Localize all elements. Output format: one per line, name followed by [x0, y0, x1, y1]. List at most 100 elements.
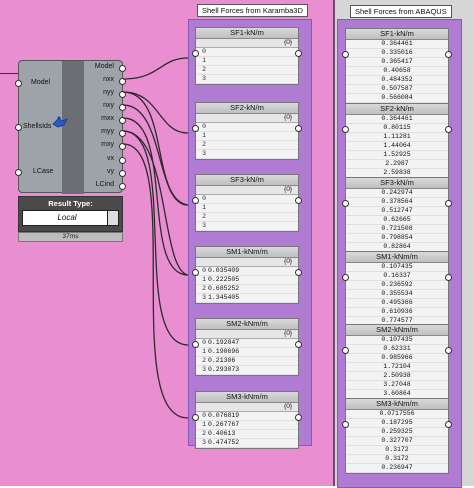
- panel-input-grip[interactable]: [192, 414, 199, 421]
- panel-row: 1: [196, 57, 298, 66]
- panel-row: 0.0717556: [346, 410, 448, 419]
- panel-output-grip[interactable]: [295, 50, 302, 57]
- panel-karamba-sf1[interactable]: SF1-kN/m {0} 0 1 2 3: [192, 27, 302, 85]
- output-port-nxy[interactable]: [119, 104, 126, 111]
- output-port-mxx[interactable]: [119, 117, 126, 124]
- panel-title: SM1-kNm/m: [196, 247, 298, 258]
- output-port-lcind[interactable]: [119, 183, 126, 190]
- panel-input-grip[interactable]: [192, 341, 199, 348]
- panel-row: 0.365417: [346, 58, 448, 67]
- panel-row: 1: [196, 132, 298, 141]
- karamba-shell-icon: [52, 116, 68, 128]
- panel-row: 1.11281: [346, 133, 448, 142]
- output-port-mxy[interactable]: [119, 143, 126, 150]
- panel-output-grip[interactable]: [295, 197, 302, 204]
- panel-output-grip[interactable]: [445, 200, 452, 207]
- output-label-myy: myy: [101, 128, 114, 135]
- panel-input-grip[interactable]: [192, 197, 199, 204]
- panel-row: 0.187295: [346, 419, 448, 428]
- result-type-dropdown[interactable]: Local: [22, 210, 112, 226]
- output-port-vy[interactable]: [119, 170, 126, 177]
- panel-row: 3: [196, 75, 298, 84]
- panel-row: 1.44064: [346, 142, 448, 151]
- panel-karamba-sm1[interactable]: SM1-kNm/m {0} 0 0.035409 1 0.222505 2 0.685…: [192, 246, 302, 304]
- panel-abaqus-sf1[interactable]: SF1-kN/m 0.364461 0.335016 0.365417 0.40…: [342, 28, 452, 104]
- panel-input-grip[interactable]: [342, 347, 349, 354]
- output-label-nyy: nyy: [103, 89, 114, 96]
- panel-row: 2 0.21306: [196, 357, 298, 366]
- panel-output-grip[interactable]: [445, 51, 452, 58]
- panel-row: 0.107435: [346, 336, 448, 345]
- panel-row: 0.364461: [346, 40, 448, 49]
- panel-row: 0: [196, 48, 298, 57]
- output-label-lcind: LCind: [95, 181, 114, 188]
- panel-input-grip[interactable]: [342, 51, 349, 58]
- panel-row: 0.721508: [346, 225, 448, 234]
- panel-row: 1 0.190696: [196, 348, 298, 357]
- panel-title: SM3-kNm/m: [196, 392, 298, 403]
- panel-output-grip[interactable]: [295, 341, 302, 348]
- panel-output-grip[interactable]: [445, 274, 452, 281]
- panel-input-grip[interactable]: [192, 50, 199, 57]
- panel-row: 2 0.40613: [196, 430, 298, 439]
- panel-row: 2: [196, 213, 298, 222]
- output-label-model: Model: [94, 63, 114, 70]
- panel-karamba-sf2[interactable]: SF2-kN/m {0} 0 1 2 3: [192, 102, 302, 160]
- panel-title: SF3-kN/m: [346, 178, 448, 189]
- panel-karamba-sm3[interactable]: SM3-kNm/m {0} 0 0.076819 1 0.267767 2 0.406…: [192, 391, 302, 449]
- panel-row: 0.40658: [346, 67, 448, 76]
- panel-row: 0.495366: [346, 299, 448, 308]
- panel-row: 0.16337: [346, 272, 448, 281]
- panel-row: 2.2987: [346, 160, 448, 169]
- panel-row: 0.985966: [346, 354, 448, 363]
- panel-karamba-sm2[interactable]: SM2-kNm/m {0} 0 0.192047 1 0.190696 2 0.213…: [192, 318, 302, 376]
- panel-karamba-sf3[interactable]: SF3-kN/m {0} 0 1 2 3: [192, 174, 302, 232]
- panel-output-grip[interactable]: [295, 269, 302, 276]
- panel-row: 2: [196, 141, 298, 150]
- panel-abaqus-sf2[interactable]: SF2-kN/m 0.364461 0.80115 1.11281 1.4406…: [342, 103, 452, 179]
- panel-path: {0}: [196, 186, 298, 195]
- shellsids-input-port[interactable]: [15, 124, 22, 131]
- panel-row: 0: [196, 123, 298, 132]
- output-port-nxx[interactable]: [119, 78, 126, 85]
- panel-row: 0.242974: [346, 189, 448, 198]
- panel-row: 0.107435: [346, 263, 448, 272]
- panel-row: 2 0.685252: [196, 285, 298, 294]
- panel-abaqus-sf3[interactable]: SF3-kN/m 0.242974 0.378564 0.512747 0.62…: [342, 177, 452, 253]
- panel-row: 0.355534: [346, 290, 448, 299]
- panel-input-grip[interactable]: [192, 269, 199, 276]
- output-port-model[interactable]: [119, 65, 126, 72]
- panel-input-grip[interactable]: [192, 125, 199, 132]
- output-port-myy[interactable]: [119, 130, 126, 137]
- panel-output-grip[interactable]: [445, 126, 452, 133]
- panel-abaqus-sm3[interactable]: SM3-kNm/m 0.0717556 0.187295 0.259325 0.…: [342, 398, 452, 474]
- panel-row: 0.378564: [346, 198, 448, 207]
- panel-input-grip[interactable]: [342, 126, 349, 133]
- panel-row: 0.512747: [346, 207, 448, 216]
- panel-row: 0.364461: [346, 115, 448, 124]
- component-timer: 37ms: [18, 232, 123, 242]
- panel-abaqus-sm2[interactable]: SM2-kNm/m 0.107435 0.62331 0.985966 1.72…: [342, 324, 452, 400]
- panel-input-grip[interactable]: [342, 200, 349, 207]
- panel-row: 0.610936: [346, 308, 448, 317]
- panel-input-grip[interactable]: [342, 274, 349, 281]
- result-type-dropdown-button[interactable]: [107, 210, 119, 226]
- model-input-port[interactable]: [15, 80, 22, 87]
- group-karamba-title: Shell Forces from Karamba3D: [197, 4, 308, 17]
- panel-title: SF1-kN/m: [346, 29, 448, 40]
- lcase-input-port[interactable]: [15, 169, 22, 176]
- panel-path: {0}: [196, 114, 298, 123]
- panel-title: SF2-kN/m: [196, 103, 298, 114]
- output-port-vx[interactable]: [119, 157, 126, 164]
- output-port-nyy[interactable]: [119, 91, 126, 98]
- panel-output-grip[interactable]: [295, 414, 302, 421]
- panel-title: SF1-kN/m: [196, 28, 298, 39]
- input-label-lcase: LCase: [33, 168, 54, 175]
- karamba-shell-forces-component[interactable]: Model ShellsIds LCase Model nxx nyy nxy …: [15, 60, 126, 194]
- panel-output-grip[interactable]: [445, 421, 452, 428]
- panel-title: SF2-kN/m: [346, 104, 448, 115]
- panel-input-grip[interactable]: [342, 421, 349, 428]
- panel-abaqus-sm1[interactable]: SM1-kNm/m 0.107435 0.16337 0.236592 0.35…: [342, 251, 452, 327]
- panel-output-grip[interactable]: [445, 347, 452, 354]
- panel-output-grip[interactable]: [295, 125, 302, 132]
